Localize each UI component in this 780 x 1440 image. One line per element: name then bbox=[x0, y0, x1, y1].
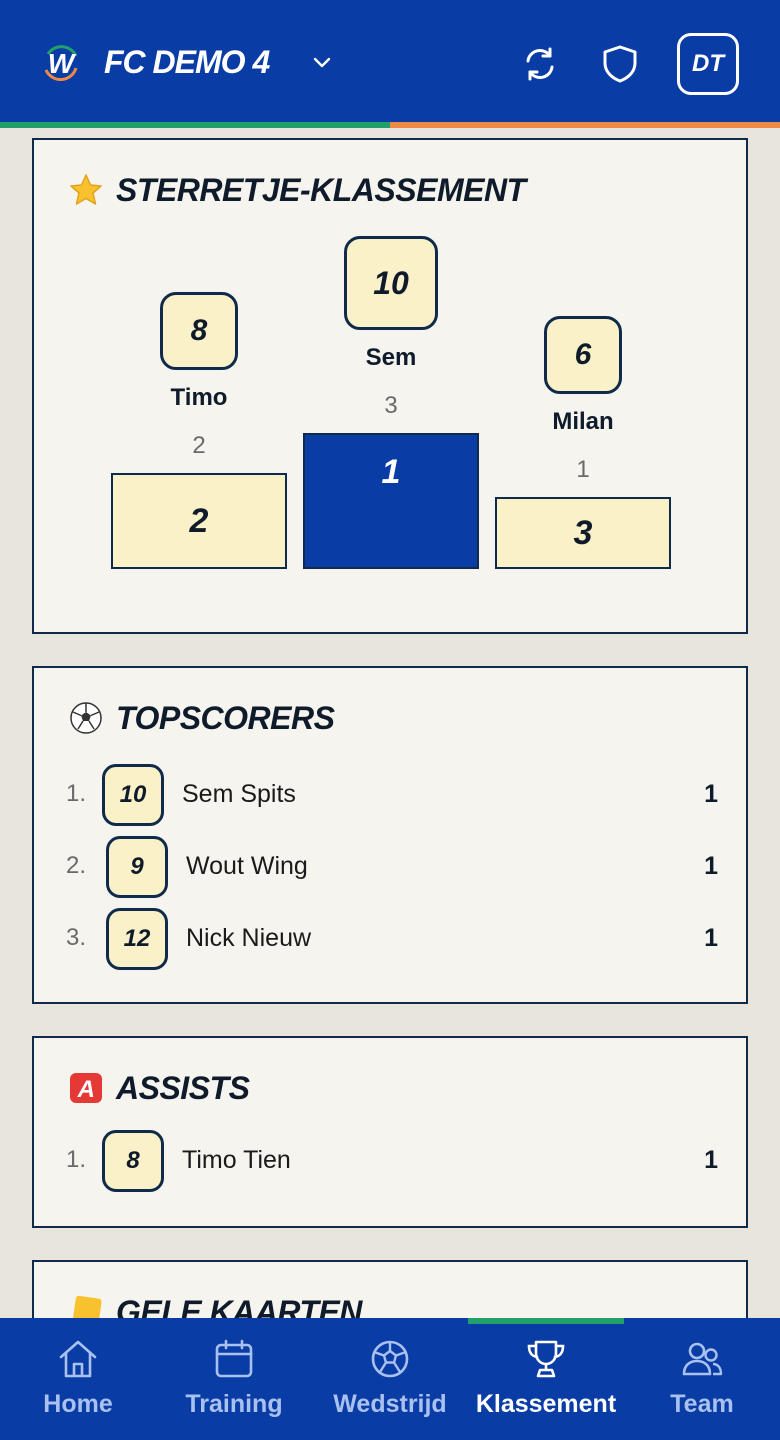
topscorers-title-text: TOPSCORERS bbox=[116, 699, 335, 736]
podium-block-1: 1 bbox=[303, 433, 479, 569]
nav-label: Training bbox=[185, 1390, 283, 1418]
podium-jersey-badge-1: 10 bbox=[344, 236, 438, 330]
podium-stars-3: 1 bbox=[576, 456, 590, 483]
people-icon bbox=[682, 1342, 723, 1376]
player-name: Wout Wing bbox=[186, 852, 308, 880]
nav-label: Team bbox=[670, 1390, 734, 1418]
podium-stars-1: 3 bbox=[384, 392, 398, 419]
header-stripe bbox=[0, 122, 780, 128]
jersey-badge: 9 bbox=[106, 836, 168, 898]
assists-title-text: ASSISTS bbox=[116, 1069, 250, 1106]
stripe-orange bbox=[390, 122, 780, 128]
goal-count: 1 bbox=[704, 780, 718, 808]
chevron-down-icon[interactable] bbox=[310, 50, 334, 74]
topscorers-card: TOPSCORERS 1. 10 Sem Spits 1 2. 9 Wout W… bbox=[32, 666, 748, 1004]
podium-place-2: 2 bbox=[189, 501, 209, 540]
topscorer-row[interactable]: 3. 12 Nick Nieuw 1 bbox=[34, 908, 750, 972]
podium-jersey-badge-2: 8 bbox=[160, 292, 238, 370]
podium-name-1: Sem bbox=[365, 344, 417, 371]
soccer-ball-icon bbox=[371, 1340, 409, 1378]
assist-row[interactable]: 1. 8 Timo Tien 1 bbox=[34, 1130, 750, 1194]
podium-place-3: 3 bbox=[573, 513, 593, 552]
topscorer-row[interactable]: 1. 10 Sem Spits 1 bbox=[34, 764, 750, 828]
jersey-badge: 12 bbox=[106, 908, 168, 970]
star-ranking-title: STERRETJE-KLASSEMENT bbox=[68, 168, 526, 212]
podium-name-3: Milan bbox=[552, 408, 614, 435]
jersey-badge: 8 bbox=[102, 1130, 164, 1192]
svg-text:W: W bbox=[48, 48, 77, 79]
row-rank: 1. bbox=[66, 780, 87, 807]
nav-label: Klassement bbox=[475, 1390, 617, 1418]
active-tab-indicator bbox=[468, 1318, 624, 1324]
nav-training[interactable]: Training bbox=[156, 1318, 312, 1440]
podium-name-2: Timo bbox=[170, 384, 228, 411]
nav-home[interactable]: Home bbox=[0, 1318, 156, 1440]
star-ranking-card: STERRETJE-KLASSEMENT 8 Timo 2 2 10 Sem 3… bbox=[32, 138, 748, 634]
podium-jersey-badge-3: 6 bbox=[544, 316, 622, 394]
stripe-green bbox=[0, 122, 390, 128]
bottom-nav: Home Training Wedstrijd Klassement Team bbox=[0, 1318, 780, 1440]
podium-block-3: 3 bbox=[495, 497, 671, 569]
goal-count: 1 bbox=[704, 852, 718, 880]
star-icon bbox=[70, 174, 102, 205]
home-icon bbox=[59, 1340, 97, 1378]
app-header: W FC DEMO 4 DT bbox=[0, 0, 780, 122]
club-name[interactable]: FC DEMO 4 bbox=[104, 40, 270, 84]
assist-count: 1 bbox=[704, 1146, 718, 1174]
goal-count: 1 bbox=[704, 924, 718, 952]
nav-label: Wedstrijd bbox=[333, 1390, 447, 1418]
assists-title: A ASSISTS bbox=[68, 1066, 250, 1110]
trophy-icon bbox=[527, 1340, 565, 1378]
nav-team[interactable]: Team bbox=[624, 1318, 780, 1440]
star-ranking-title-text: STERRETJE-KLASSEMENT bbox=[116, 171, 526, 208]
podium-block-2: 2 bbox=[111, 473, 287, 569]
topscorers-title: TOPSCORERS bbox=[68, 696, 335, 740]
soccer-ball-icon bbox=[70, 702, 102, 734]
nav-wedstrijd[interactable]: Wedstrijd bbox=[312, 1318, 468, 1440]
player-name: Timo Tien bbox=[182, 1146, 291, 1174]
club-logo-icon: W bbox=[44, 45, 78, 81]
podium-stars-2: 2 bbox=[192, 432, 206, 459]
avatar[interactable]: DT bbox=[677, 33, 739, 95]
row-rank: 2. bbox=[66, 852, 87, 879]
calendar-icon bbox=[215, 1339, 253, 1378]
podium-place-1: 1 bbox=[381, 453, 401, 491]
player-name: Sem Spits bbox=[182, 780, 296, 808]
nav-klassement[interactable]: Klassement bbox=[468, 1318, 624, 1440]
row-rank: 1. bbox=[66, 1146, 87, 1173]
assists-card: A ASSISTS 1. 8 Timo Tien 1 bbox=[32, 1036, 748, 1228]
nav-label: Home bbox=[43, 1390, 113, 1418]
sync-icon[interactable] bbox=[519, 43, 561, 85]
player-name: Nick Nieuw bbox=[186, 924, 312, 952]
row-rank: 3. bbox=[66, 924, 87, 951]
a-button-icon: A bbox=[70, 1073, 102, 1103]
svg-text:A: A bbox=[77, 1076, 95, 1103]
shield-icon[interactable] bbox=[599, 43, 641, 85]
topscorer-row[interactable]: 2. 9 Wout Wing 1 bbox=[34, 836, 750, 900]
jersey-badge: 10 bbox=[102, 764, 164, 826]
